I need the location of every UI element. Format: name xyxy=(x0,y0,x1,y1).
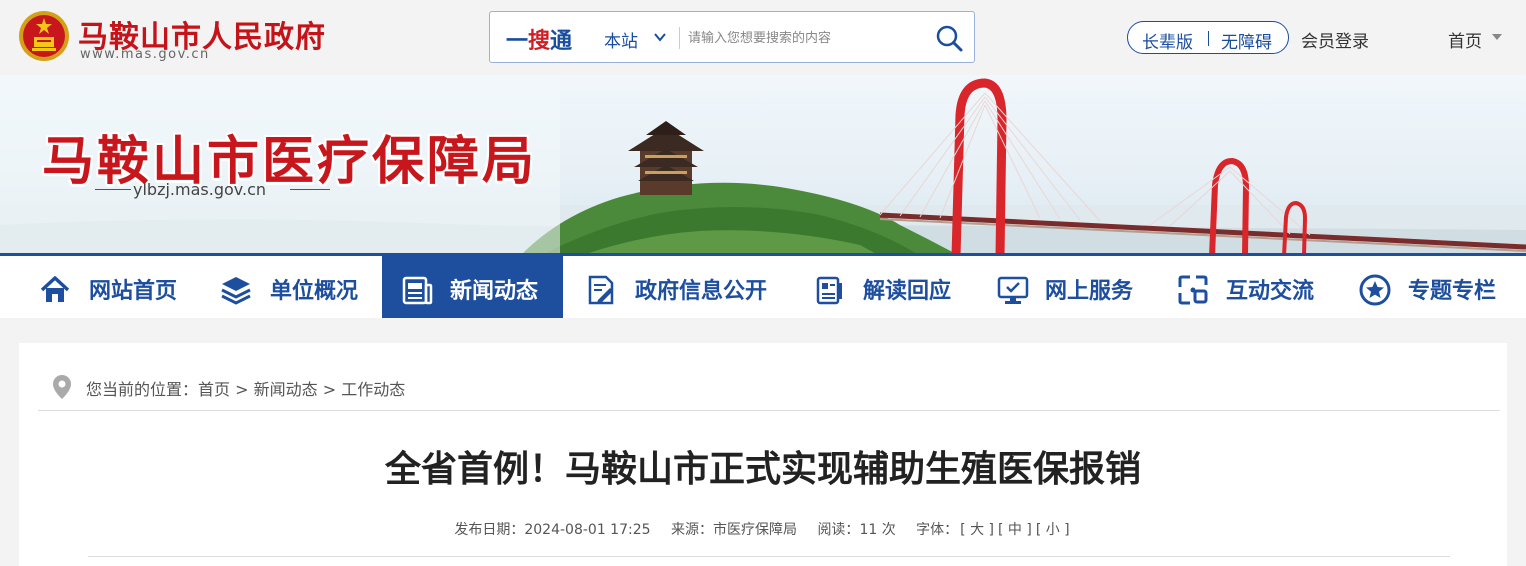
article-panel: 您当前的位置：首页 > 新闻动态 > 工作动态 全省首例！马鞍山市正式实现辅助生… xyxy=(19,343,1507,566)
interact-icon xyxy=(1178,275,1208,305)
nav-label: 网站首页 xyxy=(89,279,178,304)
font-medium-button[interactable]: [ 中 ] xyxy=(998,522,1032,538)
breadcrumb: 您当前的位置：首页 > 新闻动态 > 工作动态 xyxy=(86,376,405,400)
breadcrumb-prefix: 您当前的位置： xyxy=(86,380,199,399)
banner-decor-line xyxy=(95,189,131,190)
font-large-button[interactable]: [ 大 ] xyxy=(960,522,994,538)
source-value: 市医疗保障局 xyxy=(712,522,797,538)
font-small-button[interactable]: [ 小 ] xyxy=(1036,522,1070,538)
nav-item-about[interactable]: 单位概况 xyxy=(200,256,380,318)
main-nav: 网站首页 单位概况 新闻动态 政府信息公开 解读回应 网上服务 互动交流 专题专… xyxy=(0,253,1526,318)
divider xyxy=(38,410,1500,411)
nav-item-news[interactable]: 新闻动态 xyxy=(382,256,563,318)
department-title: 马鞍山市医疗保障局 xyxy=(42,131,538,192)
chevron-down-icon[interactable] xyxy=(653,30,667,44)
breadcrumb-separator: > xyxy=(230,380,254,399)
nav-label: 互动交流 xyxy=(1226,279,1315,304)
search-brand-part3: 通 xyxy=(550,29,573,54)
nav-label: 单位概况 xyxy=(270,279,359,304)
article-title: 全省首例！马鞍山市正式实现辅助生殖医保报销 xyxy=(384,449,1141,490)
member-login-link[interactable]: 会员登录 xyxy=(1301,27,1369,52)
monitor-icon xyxy=(997,276,1029,304)
display-mode-toggle: 长辈版 无障碍 xyxy=(1127,21,1289,54)
nav-item-interaction[interactable]: 互动交流 xyxy=(1162,256,1342,318)
nav-label: 解读回应 xyxy=(863,279,952,304)
nav-item-interpretation[interactable]: 解读回应 xyxy=(798,256,978,318)
national-emblem-icon[interactable] xyxy=(18,10,70,62)
document-edit-icon xyxy=(588,275,614,305)
clipboard-icon xyxy=(816,276,842,305)
search-scope-select[interactable]: 本站 xyxy=(604,27,638,52)
divider xyxy=(88,556,1450,557)
department-domain: ylbzj.mas.gov.cn xyxy=(133,180,267,199)
accessibility-button[interactable]: 无障碍 xyxy=(1221,28,1272,53)
font-size-label: 字体： xyxy=(916,522,959,538)
caret-down-icon[interactable] xyxy=(1492,34,1502,40)
publish-label: 发布日期： xyxy=(454,522,525,538)
nav-item-home[interactable]: 网站首页 xyxy=(20,256,195,318)
department-banner: 马鞍山市医疗保障局 ylbzj.mas.gov.cn xyxy=(0,75,1526,256)
layers-icon xyxy=(221,277,251,305)
search-divider xyxy=(679,27,680,49)
breadcrumb-home[interactable]: 首页 xyxy=(198,380,230,399)
nav-label: 专题专栏 xyxy=(1408,279,1497,304)
search-brand-part1: 一 xyxy=(506,29,529,54)
home-icon xyxy=(40,276,70,302)
breadcrumb-separator: > xyxy=(317,380,342,399)
nav-label: 网上服务 xyxy=(1045,279,1134,304)
search-box: 一搜通 本站 xyxy=(489,11,975,63)
nav-item-topics[interactable]: 专题专栏 xyxy=(1344,256,1514,318)
reads-label: 阅读： xyxy=(817,522,860,538)
nav-item-online-service[interactable]: 网上服务 xyxy=(980,256,1160,318)
search-input[interactable] xyxy=(688,24,918,52)
source-label: 来源： xyxy=(670,522,713,538)
toggle-divider xyxy=(1208,31,1209,46)
home-menu-link[interactable]: 首页 xyxy=(1448,27,1482,52)
location-pin-icon xyxy=(53,375,71,399)
site-domain: www.mas.gov.cn xyxy=(80,47,210,62)
search-brand-part2: 搜 xyxy=(528,29,551,54)
banner-decor-line xyxy=(290,189,330,190)
breadcrumb-work-news[interactable]: 工作动态 xyxy=(341,380,405,399)
elder-mode-button[interactable]: 长辈版 xyxy=(1142,28,1193,53)
reads-count: 11 次 xyxy=(859,522,896,538)
top-bar: 马鞍山市人民政府 www.mas.gov.cn 一搜通 本站 长辈版 无障碍 会… xyxy=(0,0,1526,75)
search-brand-logo: 一搜通 xyxy=(506,23,572,55)
breadcrumb-news[interactable]: 新闻动态 xyxy=(254,380,318,399)
search-icon[interactable] xyxy=(934,23,964,53)
nav-label: 新闻动态 xyxy=(450,279,539,304)
publish-date: 2024-08-01 17:25 xyxy=(524,522,651,538)
nav-label: 政府信息公开 xyxy=(635,279,768,304)
nav-item-gov-info[interactable]: 政府信息公开 xyxy=(567,256,792,318)
star-icon xyxy=(1359,274,1391,306)
newspaper-icon xyxy=(402,276,433,305)
article-meta: 发布日期：2024-08-01 17:25 来源：市医疗保障局 阅读：11 次 … xyxy=(19,519,1507,539)
